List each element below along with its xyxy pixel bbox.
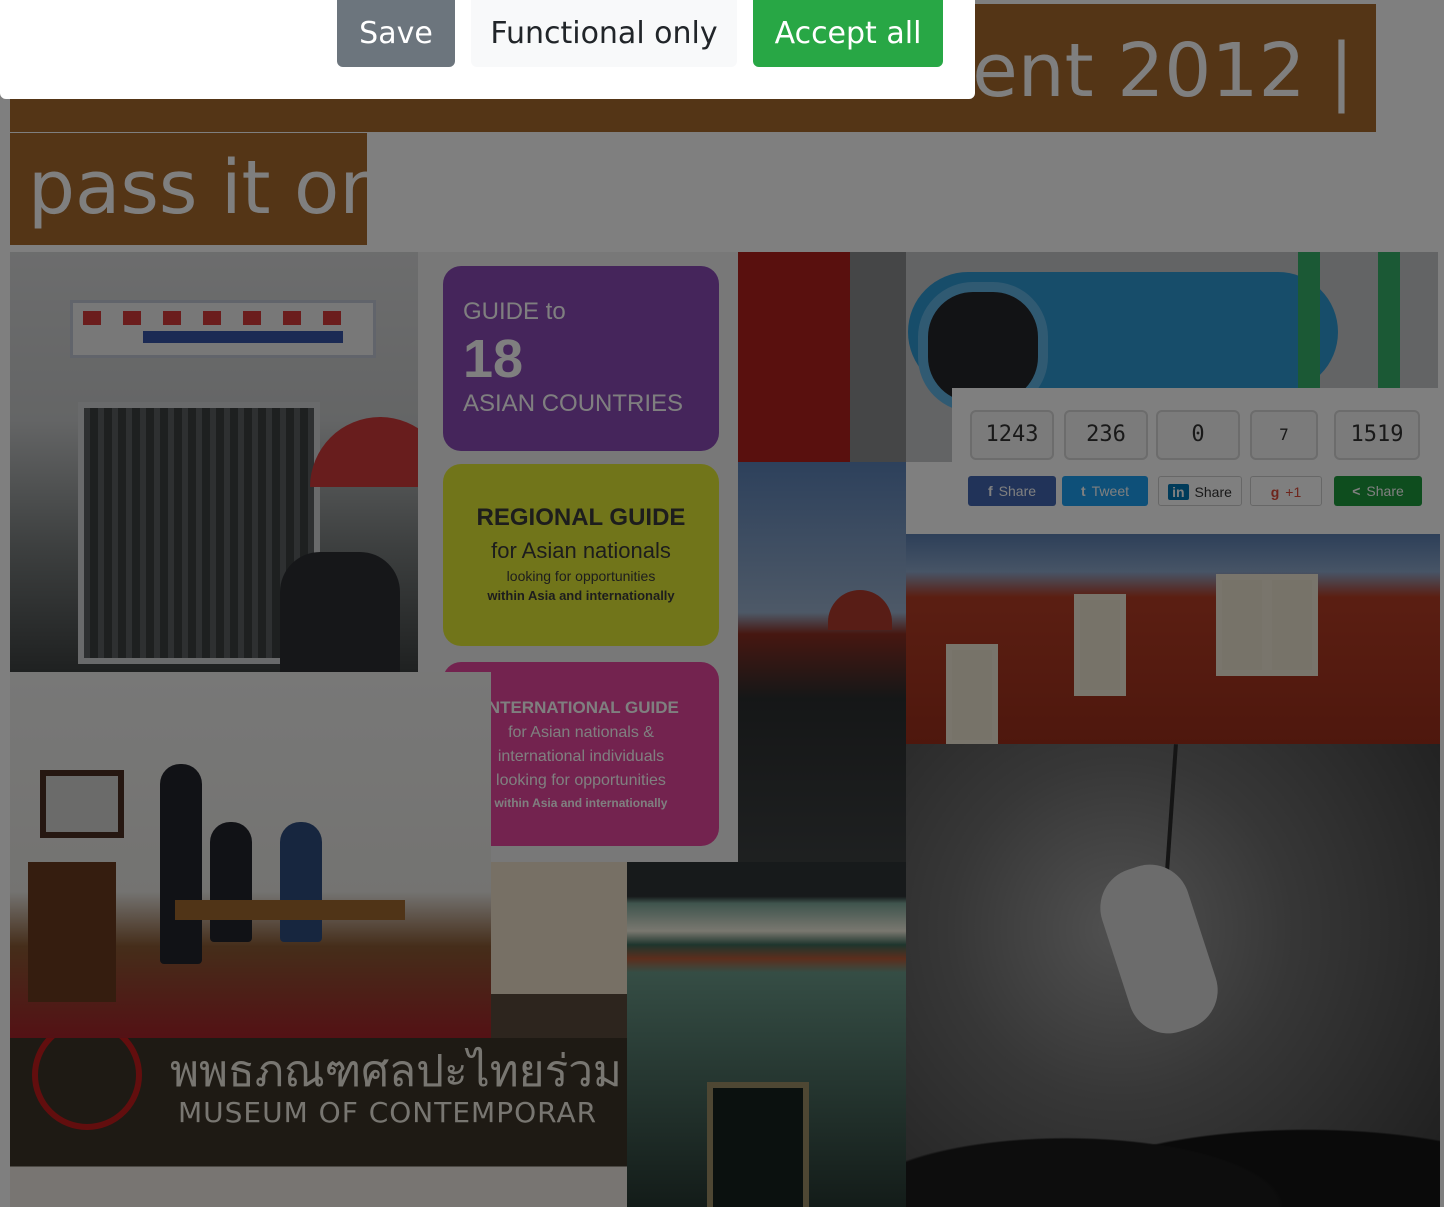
save-button[interactable]: Save: [337, 0, 455, 67]
modal-backdrop: [0, 0, 1444, 1207]
page: tent 2012 | pass it on GUIDE to 18 ASIAN…: [0, 0, 1444, 1207]
accept-all-button[interactable]: Accept all: [753, 0, 943, 67]
functional-only-button[interactable]: Functional only: [471, 0, 737, 67]
cookie-consent-bar: Save Functional only Accept all: [0, 0, 975, 99]
